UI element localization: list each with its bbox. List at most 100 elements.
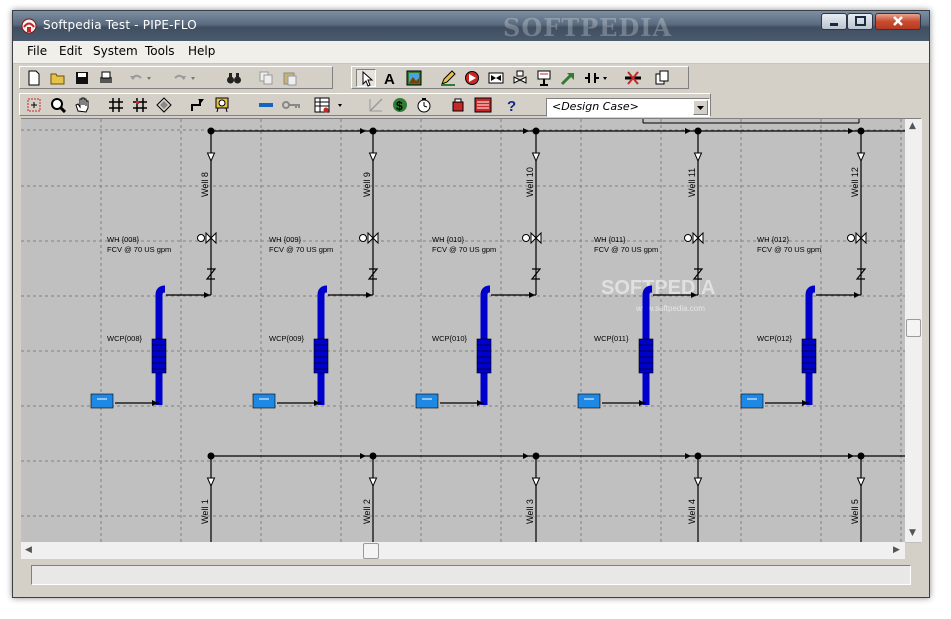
valve-actuator-icon <box>197 234 205 242</box>
route-icon[interactable] <box>188 96 208 114</box>
well-label: Well 8 <box>200 172 210 197</box>
find-binoculars-icon[interactable] <box>224 69 244 87</box>
valve-actuator-icon <box>522 234 530 242</box>
pipe-pencil-icon[interactable] <box>438 69 458 87</box>
well-label: Well 12 <box>850 167 860 197</box>
heat-exchanger-icon[interactable] <box>534 69 554 87</box>
delete-component-icon[interactable] <box>622 69 642 87</box>
scroll-left-icon[interactable]: ◀ <box>25 545 32 555</box>
tank-icon <box>740 393 764 409</box>
svg-text:?: ? <box>507 98 516 113</box>
align-icon[interactable] <box>154 96 174 114</box>
scroll-up-icon[interactable]: ▲ <box>909 121 916 131</box>
fcv-label: FCV @ 70 US gpm <box>757 245 821 254</box>
flow-arrow-icon[interactable] <box>558 69 578 87</box>
well-label: Well 2 <box>362 499 372 524</box>
pan-hand-icon[interactable] <box>72 96 92 114</box>
well-label: Well 3 <box>525 499 535 524</box>
piping-diagram[interactable]: SOFTPEDIAwww.softpedia.comWell 8WH {008}… <box>21 119 921 543</box>
pump-label: WCP{008} <box>107 334 143 343</box>
status-bar <box>21 563 921 587</box>
timer-icon[interactable] <box>414 96 434 114</box>
zoom-window-icon[interactable] <box>24 96 44 114</box>
pump-icon[interactable] <box>462 69 482 87</box>
help-icon[interactable]: ? <box>502 96 522 114</box>
standard-toolbar: A <box>13 64 929 91</box>
zoom-icon[interactable] <box>48 96 68 114</box>
pump-bowl <box>313 338 329 374</box>
maximize-button[interactable] <box>847 13 873 30</box>
display-icon[interactable] <box>212 96 232 114</box>
window-title: Softpedia Test - PIPE-FLO <box>43 18 197 32</box>
file-toolbar-group <box>19 66 333 89</box>
design-case-select[interactable]: <Design Case> <box>546 98 710 117</box>
well-label: Well 9 <box>362 172 372 197</box>
text-tool-icon[interactable]: A <box>380 69 400 87</box>
scroll-right-icon[interactable]: ▶ <box>893 545 900 555</box>
picture-icon[interactable] <box>404 69 424 87</box>
status-text <box>31 565 911 585</box>
report-icon[interactable] <box>472 96 492 114</box>
control-valve-icon[interactable] <box>510 69 530 87</box>
minimize-icon <box>830 23 838 26</box>
menu-tools[interactable]: Tools <box>145 44 175 58</box>
curve-icon[interactable] <box>366 96 386 114</box>
tank-icon <box>415 393 439 409</box>
print-icon[interactable] <box>96 69 116 87</box>
pump-label: WCP{009} <box>269 334 305 343</box>
fcv-label: FCV @ 70 US gpm <box>432 245 496 254</box>
valve-actuator-icon <box>684 234 692 242</box>
horizontal-scrollbar[interactable]: ◀ ▶ <box>21 542 905 559</box>
save-icon[interactable] <box>72 69 92 87</box>
table-report-icon[interactable] <box>312 96 342 114</box>
menu-system[interactable]: System <box>93 44 138 58</box>
tank-icon <box>252 393 276 409</box>
wellhead-label: WH {011} <box>594 235 626 244</box>
close-button[interactable] <box>875 13 921 30</box>
chevron-down-icon[interactable] <box>693 100 708 115</box>
pump-label: WCP{010} <box>432 334 468 343</box>
minimize-button[interactable] <box>821 13 847 30</box>
wellhead-label: WH {008} <box>107 235 140 244</box>
paste-icon[interactable] <box>280 69 300 87</box>
well-label: Well 5 <box>850 499 860 524</box>
wellhead-label: WH {012} <box>757 235 790 244</box>
copy-icon[interactable] <box>256 69 276 87</box>
diagram-canvas[interactable]: SOFTPEDIA www.softpedia.com Well 8 WH {008}… <box>21 118 921 543</box>
menu-edit[interactable]: Edit <box>59 44 82 58</box>
key-icon[interactable] <box>280 96 300 114</box>
open-folder-icon[interactable] <box>48 69 68 87</box>
title-bar[interactable]: Softpedia Test - PIPE-FLO SOFTPEDIA <box>13 11 929 42</box>
scroll-down-icon[interactable]: ▼ <box>909 528 916 538</box>
calculate-icon[interactable]: $ <box>390 96 410 114</box>
svg-text:$: $ <box>396 99 403 113</box>
well-label: Well 11 <box>687 168 697 197</box>
valve-actuator-icon <box>359 234 367 242</box>
new-file-icon[interactable] <box>24 69 44 87</box>
undo-icon[interactable] <box>126 69 151 87</box>
pump-bowl <box>151 338 167 374</box>
duplicate-icon[interactable] <box>652 69 672 87</box>
redo-icon[interactable] <box>170 69 195 87</box>
tank-report-icon[interactable] <box>448 96 468 114</box>
menu-help[interactable]: Help <box>188 44 215 58</box>
pump-label: WCP{012} <box>757 334 793 343</box>
valve-actuator-icon <box>847 234 855 242</box>
close-icon <box>893 16 903 26</box>
pipe-color-icon[interactable] <box>256 96 276 114</box>
grid-icon[interactable] <box>106 96 126 114</box>
snap-grid-icon[interactable] <box>130 96 150 114</box>
tank-icon <box>90 393 114 409</box>
svg-text:A: A <box>384 71 395 86</box>
select-arrow-icon[interactable] <box>356 69 376 87</box>
well-label: Well 4 <box>687 499 697 524</box>
fcv-label: FCV @ 70 US gpm <box>269 245 333 254</box>
vertical-scrollbar[interactable]: ▲ ▼ <box>905 119 922 542</box>
valve-icon[interactable] <box>486 69 506 87</box>
inline-component-icon[interactable] <box>582 69 607 87</box>
vertical-scroll-thumb[interactable] <box>906 319 921 337</box>
pump-label: WCP{011} <box>594 334 629 343</box>
horizontal-scroll-thumb[interactable] <box>363 543 379 559</box>
menu-file[interactable]: File <box>27 44 47 58</box>
application-window: Softpedia Test - PIPE-FLO SOFTPEDIA File… <box>12 10 930 598</box>
